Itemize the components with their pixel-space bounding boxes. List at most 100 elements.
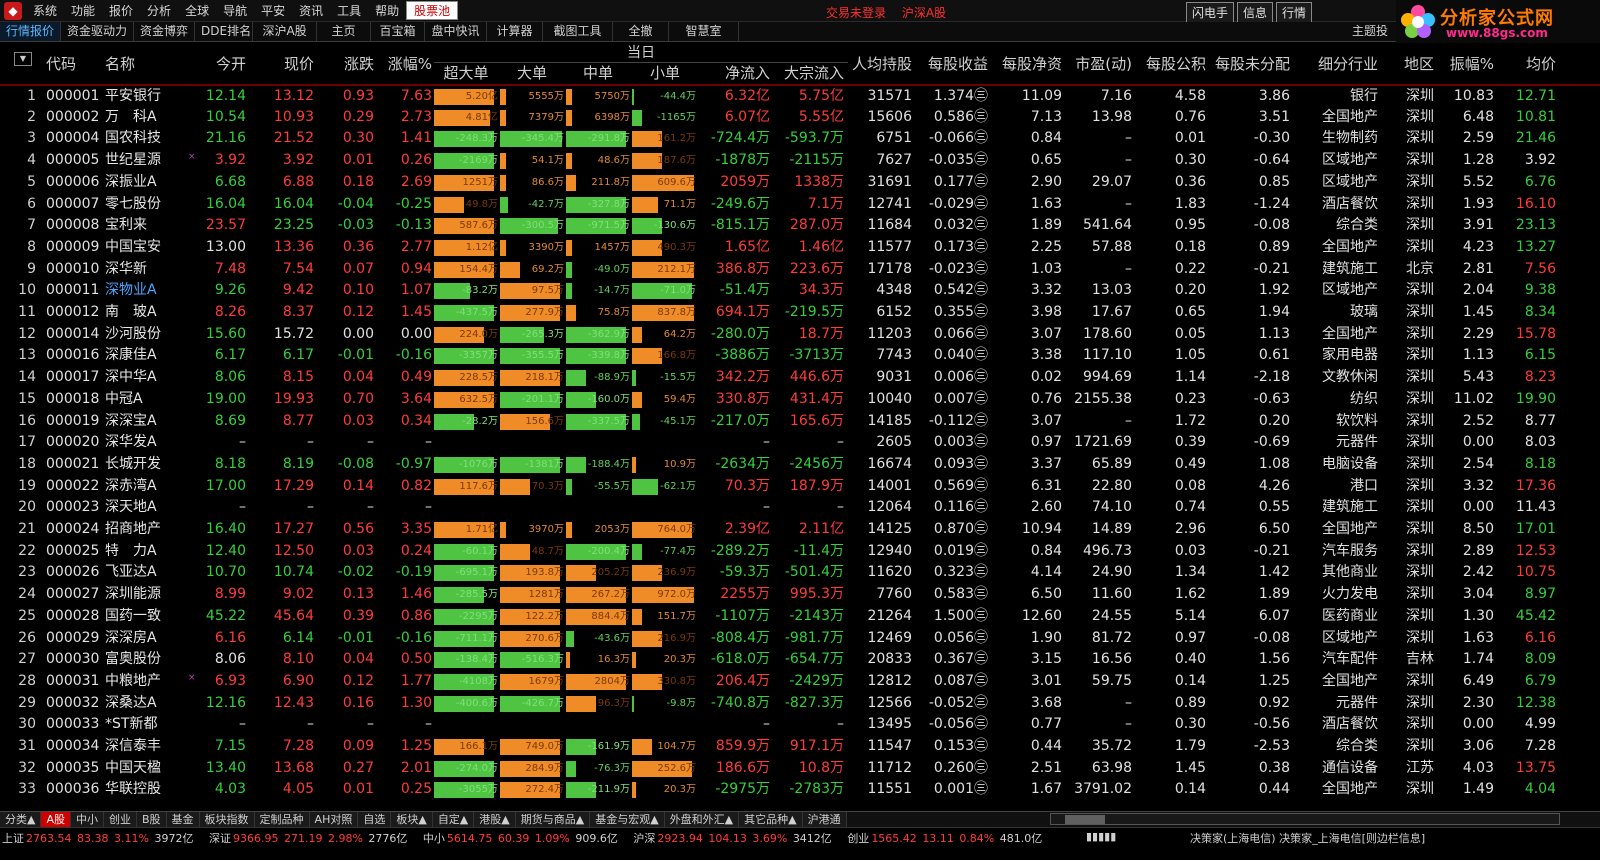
market-tab[interactable]: 基金 <box>166 812 200 827</box>
market-tab[interactable]: 自选 <box>358 812 392 827</box>
col-pe[interactable]: 市盈(动) <box>1066 49 1132 79</box>
market-tab[interactable]: 定制品种 <box>254 812 310 827</box>
market-tab[interactable]: 沪港通 <box>802 812 847 827</box>
tab-toolbox[interactable]: 百宝箱 <box>371 22 426 41</box>
table-row[interactable]: 26 000029 深深房A 6.16 6.14 -0.01 -0.16 -808.4万 -98… <box>0 628 1600 650</box>
sort-toggle-icon[interactable]: ▼ <box>14 52 32 66</box>
table-row[interactable]: 19 000022 深赤湾A 17.00 17.29 0.14 0.82 70.3万 187.9… <box>0 476 1600 498</box>
menu-stock-pool[interactable]: 股票池 <box>406 1 459 20</box>
flash-trade-button[interactable]: 闪电手 <box>1186 2 1235 23</box>
table-row[interactable]: 17 000020 深华发A – – – – – –2605 0.003㊂ 0.97 1721.69 0… <box>0 432 1600 454</box>
market-tab[interactable]: AH对照 <box>309 812 359 827</box>
sh-label[interactable]: 上证 <box>2 832 24 845</box>
menu-tools[interactable]: 工具 <box>330 2 368 19</box>
table-row[interactable]: 16 000019 深深宝A 8.69 8.77 0.03 0.34 -217.0万 165.6… <box>0 411 1600 433</box>
menu-function[interactable]: 功能 <box>64 2 102 19</box>
col-capital-reserve[interactable]: 每股公积 <box>1136 49 1206 79</box>
tab-home[interactable]: 主页 <box>317 22 372 41</box>
hs-label[interactable]: 沪深 <box>633 832 655 845</box>
table-row[interactable]: 1 000001 平安银行 12.14 13.12 0.93 7.63 6.32亿 5.75亿 3… <box>0 85 1600 107</box>
tab-fund-drive[interactable]: 资金驱动力 <box>61 22 135 41</box>
col-large[interactable]: 大单 <box>500 62 564 84</box>
col-amplitude[interactable]: 振幅% <box>1436 49 1494 79</box>
table-row[interactable]: 2 000002 万 科A 10.54 10.93 0.29 2.73 6.07亿 5.55亿 1… <box>0 107 1600 129</box>
table-row[interactable]: 32 000035 中国天楹 13.40 13.68 0.27 2.01 186.6万 10.8… <box>0 758 1600 780</box>
tab-fund-game[interactable]: 资金博弈 <box>134 22 196 41</box>
sz-label[interactable]: 深证 <box>209 832 231 845</box>
table-row[interactable]: 30 000033 *ST新都 – – – – – –13495 -0.056㊂ 0.77–0.30… <box>0 714 1600 736</box>
col-avg-price[interactable]: 均价 <box>1496 49 1556 79</box>
col-region[interactable]: 地区 <box>1380 49 1434 79</box>
market-tab[interactable]: 港股▲ <box>474 812 516 827</box>
tab-cancel-all[interactable]: 全撤 <box>613 22 670 41</box>
tab-theme[interactable]: 主题投 <box>1352 22 1388 39</box>
col-open[interactable]: 今开 <box>190 49 246 79</box>
table-row[interactable]: 20 000023 深天地A – – – – – –12064 0.116㊂ 2.60 74.10 0.… <box>0 497 1600 519</box>
col-super-large[interactable]: 超大单 <box>436 62 496 84</box>
col-net-inflow[interactable]: 净流入 <box>700 62 770 84</box>
table-row[interactable]: 12 000014 沙河股份 15.60 15.72 0.00 0.00 -280.0万 18.… <box>0 324 1600 346</box>
table-row[interactable]: 4 000005 世纪星源 × 3.92 3.92 0.01 0.26 -1878万 -2115万… <box>0 150 1600 172</box>
market-tab[interactable]: 其它品种▲ <box>739 812 803 827</box>
col-change-pct[interactable]: 涨幅% <box>378 49 432 79</box>
col-industry[interactable]: 细分行业 <box>1296 49 1378 79</box>
col-price[interactable]: 现价 <box>250 49 314 79</box>
trade-login-status[interactable]: 交易未登录 <box>826 6 886 20</box>
table-row[interactable]: 28 000031 中粮地产 × 6.93 6.90 0.12 1.77 206.4万 -2429… <box>0 671 1600 693</box>
table-row[interactable]: 21 000024 招商地产 16.40 17.27 0.56 3.35 2.39亿 2.11亿… <box>0 519 1600 541</box>
tab-quote-list[interactable]: 行情报价 <box>0 22 62 41</box>
menu-system[interactable]: 系统 <box>26 2 64 19</box>
market-tab[interactable]: 自定▲ <box>432 812 475 827</box>
table-row[interactable]: 11 000012 南 玻A 8.26 8.37 0.12 1.45 694.1万 -219.5… <box>0 302 1600 324</box>
table-row[interactable]: 10 000011 深物业A 9.26 9.42 0.10 1.07 -51.4万 34.3万 4… <box>0 280 1600 302</box>
table-row[interactable]: 29 000032 深桑达A 12.16 12.43 0.16 1.30 -740.8万 -82… <box>0 693 1600 715</box>
table-row[interactable]: 8 000009 中国宝安 13.00 13.36 0.36 2.77 1.65亿 1.46亿 1… <box>0 237 1600 259</box>
table-row[interactable]: 6 000007 零七股份 16.04 16.04 -0.04 -0.25 -249.6万 7.… <box>0 194 1600 216</box>
info-button[interactable]: 信息 <box>1237 2 1274 23</box>
menu-help[interactable]: 帮助 <box>368 2 406 19</box>
col-block-inflow[interactable]: 大宗流入 <box>772 62 844 84</box>
brand-url[interactable]: www.88gs.com <box>1446 26 1548 40</box>
table-row[interactable]: 18 000021 长城开发 8.18 8.19 -0.08 -0.97 -2634万 -245… <box>0 454 1600 476</box>
col-small[interactable]: 小单 <box>632 62 698 84</box>
menu-info[interactable]: 资讯 <box>292 2 330 19</box>
menu-pingan[interactable]: 平安 <box>254 2 292 19</box>
table-row[interactable]: 9 000010 深华新 7.48 7.54 0.07 0.94 386.8万 223.6万 17… <box>0 259 1600 281</box>
table-row[interactable]: 23 000026 飞亚达A 10.70 10.74 -0.02 -0.19 -59.3万 -5… <box>0 562 1600 584</box>
menu-quote[interactable]: 报价 <box>102 2 140 19</box>
col-code[interactable]: 代码 <box>46 49 102 79</box>
table-row[interactable]: 33 000036 华联控股 4.03 4.05 0.01 0.25 -2975万 -2783万… <box>0 779 1600 801</box>
table-row[interactable]: 15 000018 中冠A 19.00 19.93 0.70 3.64 330.8万 431.4… <box>0 389 1600 411</box>
market-tab[interactable]: 基金与宏观▲ <box>590 812 665 827</box>
table-row[interactable]: 22 000025 特 力A 12.40 12.50 0.03 0.24 -289.2万 -11… <box>0 541 1600 563</box>
tab-wisdom-room[interactable]: 智慧室 <box>669 22 740 41</box>
table-row[interactable]: 3 000004 国农科技 21.16 21.52 0.30 1.41 -724.4万 -593… <box>0 128 1600 150</box>
menu-analysis[interactable]: 分析 <box>140 2 178 19</box>
tab-sh-sz-a[interactable]: 深沪A股 <box>253 22 318 41</box>
col-avg-holding[interactable]: 人均持股 <box>848 49 912 79</box>
tab-screenshot-tool[interactable]: 截图工具 <box>543 22 614 41</box>
horizontal-scrollbar[interactable] <box>1050 813 1560 825</box>
server-info[interactable]: 决策家(上海电信) 决策家_上海电信[则边栏信息] <box>1190 830 1425 846</box>
zx-label[interactable]: 中小 <box>423 832 445 845</box>
market-tab[interactable]: 中小 <box>71 812 104 827</box>
col-medium[interactable]: 中单 <box>566 62 630 84</box>
market-tab[interactable]: 板块指数 <box>199 812 255 827</box>
col-eps[interactable]: 每股收益 <box>916 49 988 79</box>
tab-calculator[interactable]: 计算器 <box>487 22 544 41</box>
col-name[interactable]: 名称 <box>105 49 165 79</box>
table-row[interactable]: 31 000034 深信泰丰 7.15 7.28 0.09 1.25 859.9万 917.1万… <box>0 736 1600 758</box>
market-tab[interactable]: 板块▲ <box>391 812 433 827</box>
table-row[interactable]: 7 000008 宝利来 23.57 23.25 -0.03 -0.13 -815.1万 287… <box>0 215 1600 237</box>
table-row[interactable]: 13 000016 深康佳A 6.17 6.17 -0.01 -0.16 -3886万 -371… <box>0 345 1600 367</box>
cy-label[interactable]: 创业 <box>847 832 869 845</box>
market-tab[interactable]: B股 <box>137 812 167 827</box>
table-row[interactable]: 27 000030 富奥股份 8.06 8.10 0.04 0.50 -618.0万 -654.… <box>0 649 1600 671</box>
menu-navigate[interactable]: 导航 <box>216 2 254 19</box>
market-tab[interactable]: 期货与商品▲ <box>515 812 591 827</box>
table-row[interactable]: 5 000006 深振业A 6.68 6.88 0.18 2.69 2059万 1338万 316… <box>0 172 1600 194</box>
col-undistributed[interactable]: 每股未分配 <box>1206 49 1290 79</box>
market-tab[interactable]: 外盘和外汇▲ <box>664 812 740 827</box>
market-tab[interactable]: 创业 <box>104 812 137 827</box>
tab-dde-rank[interactable]: DDE排名 <box>195 22 254 41</box>
